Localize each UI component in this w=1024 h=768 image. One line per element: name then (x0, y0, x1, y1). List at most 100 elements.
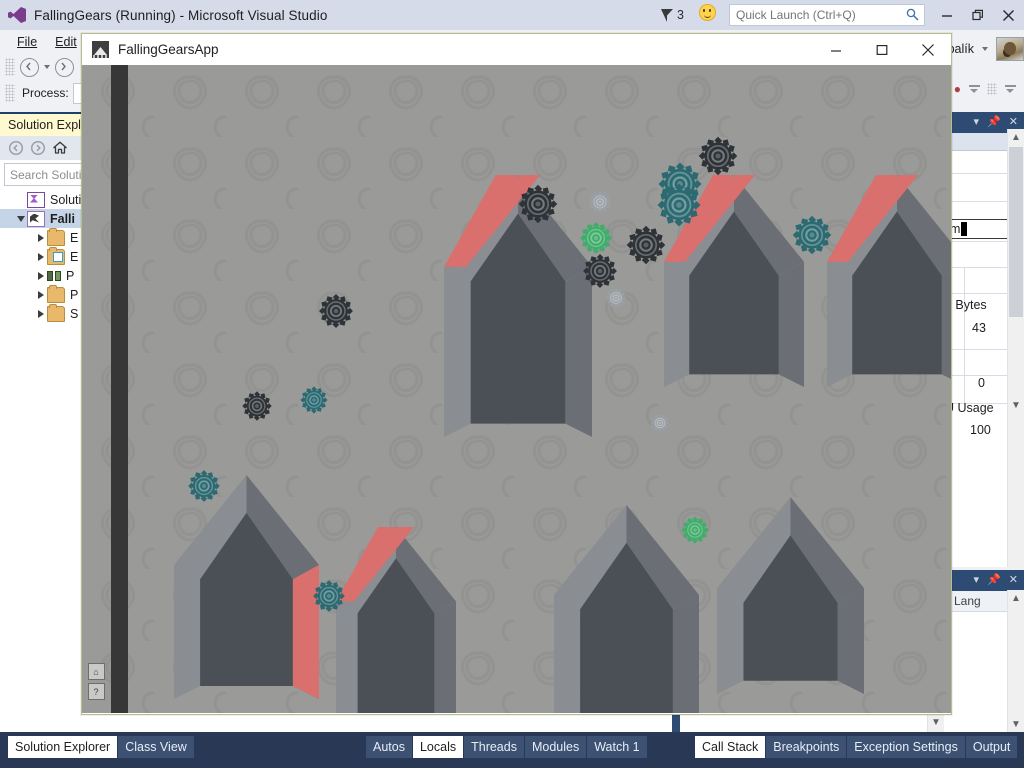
tab-watch-1[interactable]: Watch 1 (587, 736, 647, 758)
scroll-down-icon[interactable]: ▼ (928, 714, 944, 730)
folder-icon (47, 285, 65, 303)
tree-twisty[interactable] (34, 233, 47, 242)
tree-twisty-open[interactable] (14, 215, 27, 222)
tab-breakpoints[interactable]: Breakpoints (766, 736, 847, 758)
house-sprite (717, 497, 864, 694)
toolbar-grip[interactable] (5, 58, 15, 76)
gear-sprite (626, 225, 666, 265)
stop-icon[interactable]: ● (954, 82, 961, 96)
home-icon[interactable]: ⌂ (87, 663, 105, 680)
bottom-tab-strip: Solution Explorer Class View Autos Local… (0, 732, 1024, 768)
back-arrow-icon[interactable] (8, 140, 24, 156)
close-icon[interactable]: ✕ (1009, 575, 1018, 586)
falling-gears-app-window: FallingGearsApp ⌂ ? (81, 33, 952, 715)
ide-close-button[interactable] (993, 0, 1024, 30)
tab-call-stack[interactable]: Call Stack (695, 736, 766, 758)
ide-title-bar: FallingGears (Running) - Microsoft Visua… (0, 0, 1024, 30)
game-close-button[interactable] (905, 34, 951, 65)
scrollbar-thumb[interactable] (1009, 147, 1023, 317)
scroll-down-icon[interactable]: ▼ (1008, 397, 1024, 413)
project-icon (27, 210, 45, 227)
menu-edit-label: Edit (55, 35, 77, 49)
panel-title: Solution Expl (8, 118, 81, 132)
process-label: Process: (22, 86, 69, 100)
tab-locals[interactable]: Locals (412, 736, 464, 758)
ide-minimize-button[interactable] (931, 0, 962, 30)
tree-twisty[interactable] (34, 309, 47, 318)
chevron-down-icon[interactable]: ▾ (974, 575, 980, 586)
navigate-back-icon[interactable] (20, 57, 39, 77)
ide-title: FallingGears (Running) - Microsoft Visua… (34, 7, 328, 23)
tab-class-view[interactable]: Class View (118, 736, 194, 758)
notifications-button[interactable]: 3 (653, 8, 692, 22)
notification-count: 3 (677, 8, 684, 22)
toolbar-micro-2[interactable] (1002, 78, 1018, 100)
tab-output[interactable]: Output (965, 736, 1018, 758)
pin-icon[interactable]: 📌 (987, 575, 1001, 586)
send-feedback-button[interactable] (692, 4, 723, 26)
vertical-scrollbar[interactable]: ▲ ▼ (1007, 129, 1024, 567)
house-sprite (444, 175, 592, 437)
tree-item-label: P (66, 268, 75, 283)
tree-item-label: E (70, 249, 79, 264)
folder-icon (47, 228, 65, 246)
scroll-up-icon[interactable]: ▲ (1008, 590, 1024, 606)
close-icon[interactable]: ✕ (1009, 117, 1018, 128)
game-hud: ⌂ ? (85, 660, 107, 703)
tree-twisty[interactable] (34, 271, 47, 280)
game-minimize-button[interactable] (813, 34, 859, 65)
quick-launch-box[interactable] (729, 4, 925, 26)
tab-solution-explorer[interactable]: Solution Explorer (8, 736, 118, 758)
package-selector[interactable]: balík (948, 30, 1024, 61)
house-sprite (827, 175, 951, 387)
game-window-buttons (813, 34, 951, 65)
tree-twisty[interactable] (34, 290, 47, 299)
forward-arrow-icon[interactable] (30, 140, 46, 156)
tab-threads[interactable]: Threads (464, 736, 524, 758)
chevron-down-icon[interactable] (982, 47, 988, 51)
gear-sprite (792, 215, 832, 255)
scroll-up-icon[interactable]: ▲ (1008, 129, 1024, 145)
chevron-down-icon[interactable]: ▾ (974, 117, 980, 128)
gear-sprite (580, 222, 612, 254)
smiley-feedback-icon (699, 4, 716, 21)
gear-sprite (605, 287, 627, 309)
gear-sprite (300, 386, 328, 414)
game-sprites (174, 136, 951, 713)
search-icon (906, 8, 919, 21)
ide-restore-button[interactable] (962, 0, 993, 30)
search-placeholder: Search Soluti (10, 167, 82, 182)
toolbar-micro-1[interactable] (966, 78, 982, 100)
folder-references-icon (47, 247, 65, 265)
diagnostics-panel: ▾ 📌 ✕ m e Bytes 43 0 U Usage 100 ▲ ▼ (943, 112, 1024, 567)
toolbar-grip-debug[interactable] (5, 84, 15, 102)
grid-row-value-1: 0 (978, 376, 985, 390)
navigate-forward-icon[interactable] (55, 57, 74, 77)
gear-sprite (319, 294, 353, 328)
falling-gears-app-icon (92, 41, 109, 58)
tabgroup-center: Autos Locals Threads Modules Watch 1 (366, 736, 648, 758)
callstack-panel-titlebar: ▾ 📌 ✕ (944, 570, 1024, 591)
home-icon[interactable] (52, 140, 68, 156)
callstack-panel: ▾ 📌 ✕ Lang ▲ ▼ (943, 570, 1024, 732)
search-input[interactable] (730, 7, 898, 23)
game-canvas[interactable]: ⌂ ? (82, 65, 951, 713)
help-icon[interactable]: ? (87, 683, 105, 700)
game-window-titlebar[interactable]: FallingGearsApp (82, 34, 951, 65)
tab-exception-settings[interactable]: Exception Settings (847, 736, 965, 758)
tab-autos[interactable]: Autos (366, 736, 412, 758)
chevron-down-icon[interactable] (44, 65, 50, 69)
tab-modules[interactable]: Modules (524, 736, 587, 758)
vertical-scrollbar[interactable]: ▲ ▼ (1007, 590, 1024, 732)
game-maximize-button[interactable] (859, 34, 905, 65)
text-caret (961, 222, 968, 236)
toolbar-dots-icon (987, 83, 997, 95)
tree-twisty[interactable] (34, 252, 47, 261)
menu-item-edit[interactable]: Edit (46, 32, 86, 52)
bird-thumbnail-icon (996, 37, 1024, 61)
scroll-down-icon[interactable]: ▼ (1008, 716, 1024, 732)
gear-sprite (681, 516, 709, 544)
pin-icon[interactable]: 📌 (987, 117, 1001, 128)
game-window-title: FallingGearsApp (118, 42, 219, 57)
menu-item-file[interactable]: File (8, 32, 46, 52)
